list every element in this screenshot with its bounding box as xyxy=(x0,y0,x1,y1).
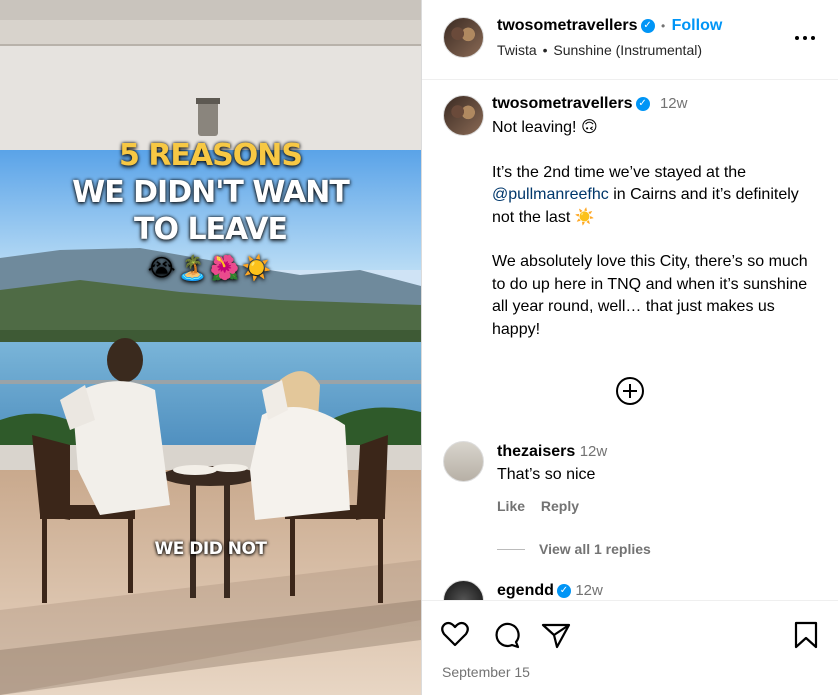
comment-age: 12w xyxy=(579,443,608,460)
action-bar: September 15 xyxy=(422,600,838,696)
reel-video[interactable]: 5 REASONS WE DIDN'T WANT TO LEAVE 😭🏝️🌺☀️… xyxy=(0,0,421,695)
caption-username[interactable]: twosometravellers xyxy=(492,95,633,112)
comment-item: egendd ✓ 12w xyxy=(422,575,838,600)
verified-badge-icon: ✓ xyxy=(556,583,571,598)
post-panel: twosometravellers ✓ • Follow Twista • Sun… xyxy=(421,0,838,695)
author-username[interactable]: twosometravellers xyxy=(497,17,638,34)
comment-like-button[interactable]: Like xyxy=(497,498,525,514)
caption-para-3: We absolutely love this City, there’s so… xyxy=(492,253,808,338)
video-subtitle: WE DID NOT xyxy=(154,539,267,559)
comment-reply-button[interactable]: Reply xyxy=(541,498,579,514)
heart-icon[interactable] xyxy=(441,621,469,647)
caption-para-2: It’s the 2nd time we’ve stayed at the @p… xyxy=(492,163,799,226)
plus-circle-icon[interactable] xyxy=(615,376,645,406)
video-headline: 5 REASONS WE DIDN'T WANT TO LEAVE 😭🏝️🌺☀️ xyxy=(0,137,421,288)
view-replies-button[interactable]: View all 1 replies xyxy=(539,541,651,557)
author-avatar[interactable] xyxy=(443,17,484,58)
caption-line-1: Not leaving! 🙃 xyxy=(492,119,598,136)
commenter-avatar[interactable] xyxy=(443,441,484,482)
share-icon[interactable] xyxy=(541,621,571,649)
replies-divider xyxy=(497,549,525,550)
video-scene-image xyxy=(0,0,421,695)
caption-avatar[interactable] xyxy=(443,95,484,136)
caption-text: Not leaving! 🙃 It’s the 2nd time we’ve s… xyxy=(492,117,822,341)
more-horizontal-icon[interactable] xyxy=(793,30,817,46)
audio-track[interactable]: Sunshine (Instrumental) xyxy=(553,42,702,58)
comment-age: 12w xyxy=(575,582,603,599)
audio-dot: • xyxy=(542,42,548,58)
commenter-username[interactable]: egendd xyxy=(497,582,554,599)
mention-link[interactable]: @pullmanreefhc xyxy=(492,186,609,203)
post-date[interactable]: September 15 xyxy=(442,664,530,680)
audio-artist[interactable]: Twista xyxy=(497,42,537,58)
verified-badge-icon: ✓ xyxy=(635,96,650,111)
comment-icon[interactable] xyxy=(493,621,521,649)
headline-line-2: WE DIDN'T WANT xyxy=(72,175,350,210)
headline-emojis: 😭🏝️🌺☀️ xyxy=(147,254,274,282)
commenter-username[interactable]: thezaisers xyxy=(497,443,575,460)
post-header: twosometravellers ✓ • Follow Twista • Sun… xyxy=(422,0,838,80)
headline-line-3: TO LEAVE xyxy=(134,212,288,247)
commenter-avatar[interactable] xyxy=(443,580,484,600)
headline-line-1: 5 REASONS xyxy=(119,138,303,173)
comment-text: That’s so nice xyxy=(497,466,596,483)
caption-age: 12w xyxy=(659,95,688,112)
header-separator: • xyxy=(660,19,666,33)
verified-badge-icon: ✓ xyxy=(640,18,655,33)
bookmark-icon[interactable] xyxy=(794,621,818,649)
follow-button[interactable]: Follow xyxy=(672,17,723,34)
